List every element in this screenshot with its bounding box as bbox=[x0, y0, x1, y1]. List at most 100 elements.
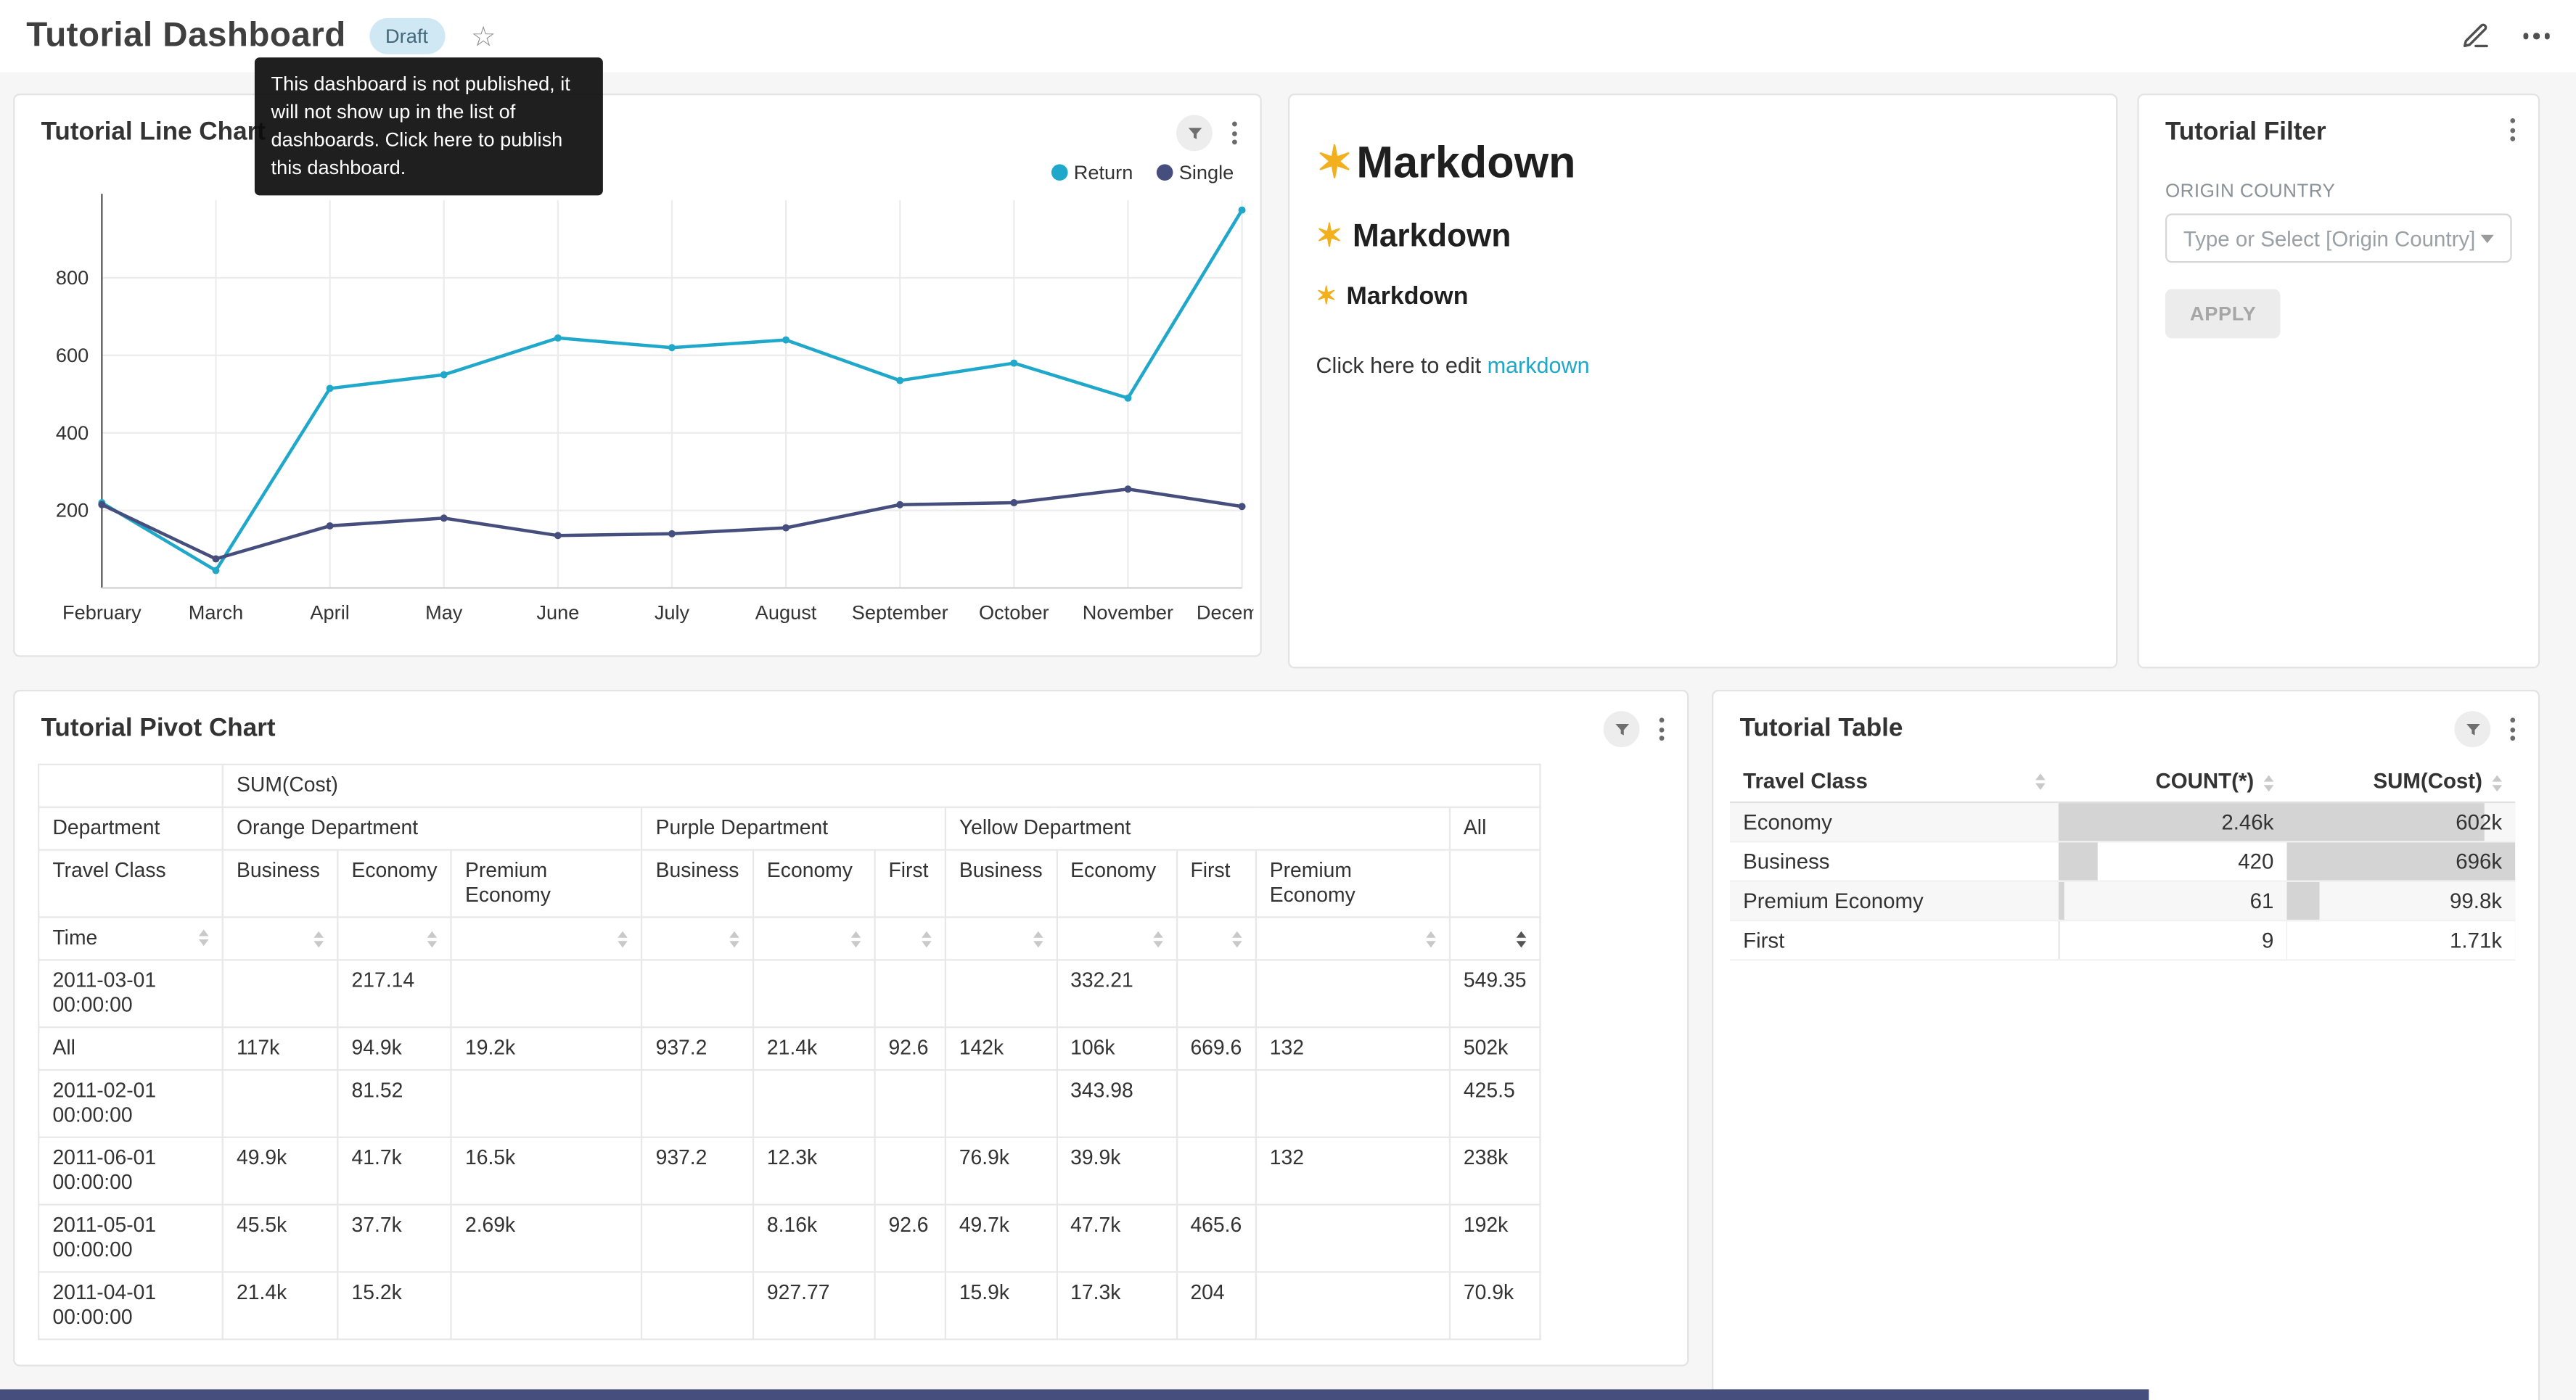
legend-label: Return bbox=[1074, 161, 1133, 184]
origin-country-select[interactable]: Type or Select [Origin Country] bbox=[2165, 213, 2512, 263]
pivot-table: SUM(Cost)DepartmentOrange DepartmentPurp… bbox=[38, 764, 1541, 1341]
pivot-cell: 15.9k bbox=[946, 1272, 1057, 1339]
funnel-icon[interactable] bbox=[2454, 711, 2490, 747]
sort-carets-icon[interactable] bbox=[2264, 775, 2274, 791]
table-cell-count: 2.46k bbox=[2059, 802, 2287, 841]
sort-carets-icon[interactable] bbox=[1152, 931, 1162, 947]
markdown-h1: ✶Markdown bbox=[1316, 138, 2089, 189]
markdown-h2: ✶Markdown bbox=[1316, 217, 2089, 256]
pivot-sort-cell[interactable] bbox=[946, 917, 1057, 960]
sort-carets-icon[interactable] bbox=[922, 931, 932, 947]
pivot-sort-cell[interactable] bbox=[641, 917, 752, 960]
favorite-star-icon[interactable]: ☆ bbox=[471, 22, 496, 50]
pivot-sort-cell[interactable] bbox=[1176, 917, 1255, 960]
sort-carets-icon[interactable] bbox=[1033, 931, 1043, 947]
pivot-class-col-header bbox=[1450, 850, 1541, 918]
pivot-class-col-header: Premium Economy bbox=[1256, 850, 1450, 918]
pivot-sort-cell[interactable] bbox=[451, 917, 642, 960]
svg-text:August: August bbox=[755, 601, 817, 624]
pivot-cell bbox=[874, 1070, 945, 1137]
sort-carets-icon[interactable] bbox=[850, 931, 861, 947]
sort-carets-icon[interactable] bbox=[618, 931, 628, 947]
pivot-chart-card: Tutorial Pivot Chart SUM(Cost)Department… bbox=[13, 690, 1689, 1367]
pivot-cell: 15.2k bbox=[337, 1272, 451, 1339]
pivot-row: 2011-03-01 00:00:00217.14332.21549.35 bbox=[38, 960, 1541, 1027]
kebab-icon[interactable] bbox=[2507, 115, 2519, 144]
kebab-icon[interactable] bbox=[2507, 715, 2519, 744]
table-cell-travel-class: First bbox=[1730, 921, 2059, 960]
pivot-row-label: 2011-02-01 00:00:00 bbox=[38, 1070, 223, 1137]
pivot-cell bbox=[641, 1272, 752, 1339]
table-col-header[interactable]: SUM(Cost) bbox=[2286, 760, 2515, 802]
line-chart-card-icons bbox=[1176, 115, 1240, 151]
sort-carets-icon[interactable] bbox=[1517, 931, 1527, 947]
kebab-icon[interactable] bbox=[1656, 715, 1668, 744]
pivot-sort-cell[interactable] bbox=[1256, 917, 1450, 960]
pivot-card-title: Tutorial Pivot Chart bbox=[15, 691, 1687, 744]
pivot-sort-cell[interactable] bbox=[1450, 917, 1541, 960]
table-col-header[interactable]: COUNT(*) bbox=[2059, 760, 2287, 802]
sort-carets-icon[interactable] bbox=[427, 931, 438, 947]
apply-button[interactable]: APPLY bbox=[2165, 289, 2281, 338]
pivot-row: 2011-02-01 00:00:0081.52343.98425.5 bbox=[38, 1070, 1541, 1137]
table-row: First91.71k bbox=[1730, 921, 2515, 960]
pivot-corner-cell bbox=[38, 765, 223, 807]
legend-item-return[interactable]: Return bbox=[1051, 161, 1133, 184]
pivot-class-col-header: Premium Economy bbox=[451, 850, 642, 918]
table-cell-sum: 602k bbox=[2286, 802, 2515, 841]
select-placeholder: Type or Select [Origin Country] bbox=[2183, 226, 2475, 250]
pivot-class-col-header: First bbox=[1176, 850, 1255, 918]
table-cell-travel-class: Premium Economy bbox=[1730, 881, 2059, 921]
pivot-cell bbox=[1256, 960, 1450, 1027]
pivot-metric-header: SUM(Cost) bbox=[223, 765, 1541, 807]
page-title: Tutorial Dashboard bbox=[26, 17, 345, 56]
table-col-header[interactable]: Travel Class bbox=[1730, 760, 2059, 802]
pivot-cell bbox=[451, 960, 642, 1027]
pivot-sort-cell[interactable] bbox=[1057, 917, 1176, 960]
pivot-sort-cell[interactable] bbox=[223, 917, 337, 960]
pivot-cell bbox=[641, 1070, 752, 1137]
pivot-class-col-header: Economy bbox=[1057, 850, 1176, 918]
pivot-cell bbox=[753, 960, 875, 1027]
line-chart-card-title: Tutorial Line Chart bbox=[15, 95, 1260, 147]
markdown-edit-link[interactable]: markdown bbox=[1488, 353, 1590, 378]
more-options-ellipsis-icon[interactable] bbox=[2522, 33, 2549, 39]
pivot-sort-cell[interactable] bbox=[874, 917, 945, 960]
pivot-cell: 76.9k bbox=[946, 1137, 1057, 1205]
draft-status-badge[interactable]: Draft bbox=[369, 18, 444, 54]
legend-item-single[interactable]: Single bbox=[1156, 161, 1234, 184]
pivot-cell bbox=[1256, 1205, 1450, 1272]
sort-carets-icon[interactable] bbox=[1426, 931, 1436, 947]
funnel-icon[interactable] bbox=[1176, 115, 1213, 151]
sort-carets-icon[interactable] bbox=[313, 931, 324, 947]
pivot-row-label: All bbox=[38, 1027, 223, 1070]
filter-body: ORIGIN COUNTRY Type or Select [Origin Co… bbox=[2139, 182, 2538, 338]
header-actions bbox=[2460, 21, 2549, 51]
pivot-time-header[interactable]: Time bbox=[38, 917, 223, 960]
table-row: Premium Economy6199.8k bbox=[1730, 881, 2515, 921]
pivot-group-header: Yellow Department bbox=[946, 807, 1450, 850]
sort-carets-icon[interactable] bbox=[2492, 775, 2502, 791]
edit-pencil-icon[interactable] bbox=[2460, 21, 2490, 51]
sort-carets-icon[interactable] bbox=[729, 931, 739, 947]
tutorial-table-card: Tutorial Table Travel ClassCOUNT(*)SUM(C… bbox=[1712, 690, 2540, 1400]
funnel-icon[interactable] bbox=[1604, 711, 1640, 747]
sort-carets-icon[interactable] bbox=[2035, 773, 2046, 790]
pivot-row: 2011-04-01 00:00:0021.4k15.2k927.7715.9k… bbox=[38, 1272, 1541, 1339]
publish-tooltip[interactable]: This dashboard is not published, it will… bbox=[255, 57, 603, 195]
pivot-row: 2011-05-01 00:00:0045.5k37.7k2.69k8.16k9… bbox=[38, 1205, 1541, 1272]
pivot-cell: 94.9k bbox=[337, 1027, 451, 1070]
pivot-cell bbox=[1256, 1272, 1450, 1339]
markdown-h3: ✶Markdown bbox=[1316, 281, 2089, 310]
pivot-cell: 937.2 bbox=[641, 1137, 752, 1205]
pivot-cell: 132 bbox=[1256, 1137, 1450, 1205]
sort-carets-icon[interactable] bbox=[199, 929, 209, 946]
svg-text:400: 400 bbox=[56, 421, 89, 444]
pivot-sort-cell[interactable] bbox=[337, 917, 451, 960]
pivot-cell: 238k bbox=[1450, 1137, 1541, 1205]
svg-text:June: June bbox=[536, 601, 579, 624]
sort-carets-icon[interactable] bbox=[1232, 931, 1242, 947]
kebab-icon[interactable] bbox=[1228, 118, 1240, 148]
pivot-travel-class-header: Travel Class bbox=[38, 850, 223, 918]
pivot-sort-cell[interactable] bbox=[753, 917, 875, 960]
